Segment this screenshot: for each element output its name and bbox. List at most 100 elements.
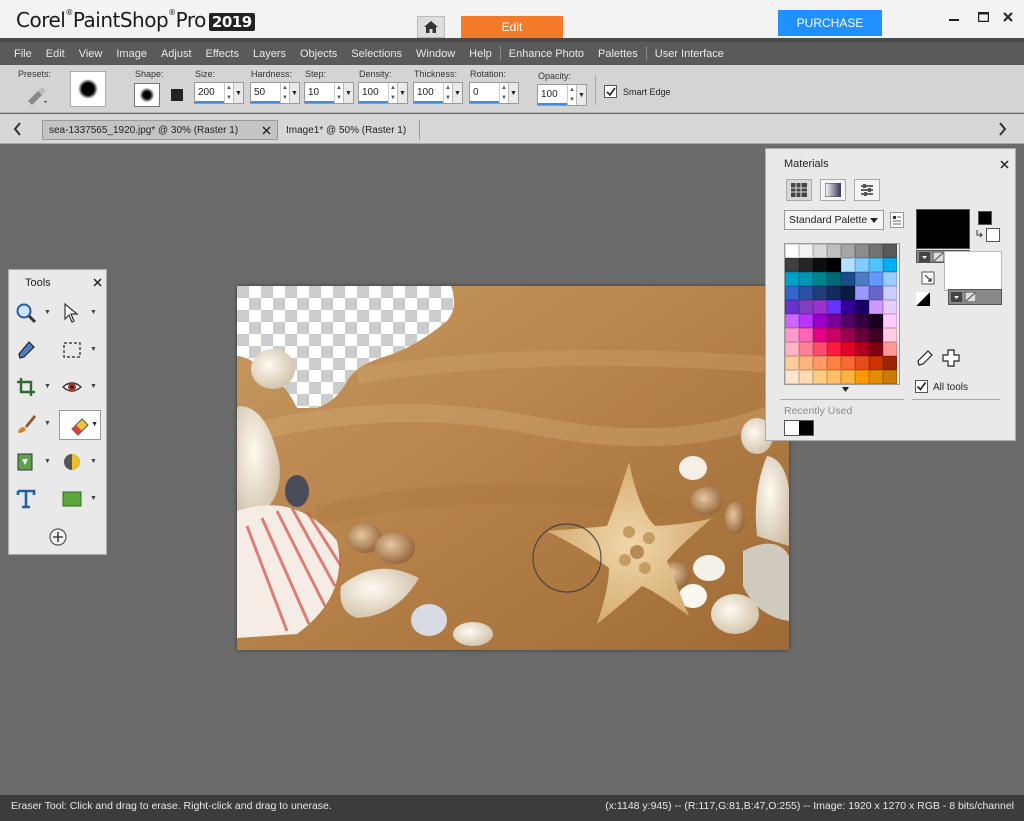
background-style-bar[interactable] [948,289,1002,305]
tool-flyout-arrow[interactable]: ▼ [90,458,97,465]
tab-scroll-left-button[interactable] [12,121,24,137]
color-swatch[interactable] [855,342,869,356]
color-swatch[interactable] [883,342,897,356]
color-swatch[interactable] [813,370,827,384]
menu-effects[interactable]: Effects [206,48,239,60]
color-swatch[interactable] [883,272,897,286]
dropdown-arrow-icon[interactable]: ▼ [343,83,353,103]
color-swatch[interactable] [785,258,799,272]
color-swatch[interactable] [855,300,869,314]
document-tab-image1[interactable]: Image1* @ 50% (Raster 1) [280,120,420,140]
maximize-button[interactable] [975,10,991,24]
color-swatch[interactable] [841,314,855,328]
color-swatch[interactable] [827,314,841,328]
selection-tool[interactable] [59,337,85,363]
tool-flyout-arrow[interactable]: ▼ [44,383,51,390]
menu-edit[interactable]: Edit [46,48,65,60]
dropdown-arrow-icon[interactable]: ▼ [452,83,462,103]
menu-enhance-photo[interactable]: Enhance Photo [509,48,584,60]
color-swatch[interactable] [883,314,897,328]
menu-user-interface[interactable]: User Interface [655,48,724,60]
menu-window[interactable]: Window [416,48,455,60]
color-swatch[interactable] [883,244,897,258]
menu-selections[interactable]: Selections [351,48,402,60]
color-swatch[interactable] [827,342,841,356]
foreground-color-swatch[interactable] [916,209,970,249]
pick-tool[interactable] [59,300,85,326]
color-swatch[interactable] [827,300,841,314]
dropper-icon[interactable] [916,349,934,367]
color-swatch[interactable] [855,370,869,384]
tool-flyout-arrow[interactable]: ▼ [44,458,51,465]
color-swatch[interactable] [827,356,841,370]
color-swatch[interactable] [827,272,841,286]
color-swatch[interactable] [869,328,883,342]
small-background-swatch[interactable] [986,228,1000,242]
shape-square-button[interactable] [164,83,190,107]
menu-help[interactable]: Help [469,48,492,60]
crop-tool[interactable] [13,374,39,400]
thickness-value[interactable]: 100 [414,83,443,103]
color-swatch[interactable] [813,314,827,328]
color-swatch[interactable] [869,244,883,258]
density-field[interactable]: 100 ▲ ▼ ▼ [358,82,408,104]
color-swatch[interactable] [855,286,869,300]
color-swatch[interactable] [813,342,827,356]
color-swatch[interactable] [869,272,883,286]
all-tools-label[interactable]: All tools [933,382,968,393]
color-swatch[interactable] [827,328,841,342]
color-swatch[interactable] [827,286,841,300]
color-swatch[interactable] [855,328,869,342]
dropdown-arrow-icon[interactable]: ▼ [576,85,586,105]
color-swatch[interactable] [869,258,883,272]
home-button[interactable] [417,16,445,38]
color-swatch[interactable] [785,286,799,300]
add-swatch-icon[interactable] [941,348,961,368]
paint-brush-tool[interactable] [13,411,39,437]
color-swatch[interactable] [813,328,827,342]
color-swatch[interactable] [869,314,883,328]
color-swatch[interactable] [855,314,869,328]
menu-objects[interactable]: Objects [300,48,337,60]
color-swatch[interactable] [785,314,799,328]
color-swatch[interactable] [813,244,827,258]
color-swatch[interactable] [841,356,855,370]
color-swatch[interactable] [799,272,813,286]
color-swatch[interactable] [883,258,897,272]
close-window-button[interactable] [1000,10,1016,24]
swap-colors-icon[interactable] [976,229,985,238]
rectangle-shape-tool[interactable] [59,486,85,512]
color-swatch[interactable] [883,370,897,384]
spin-arrows[interactable]: ▲ ▼ [224,83,233,103]
hardness-field[interactable]: 50 ▲ ▼ ▼ [250,82,300,104]
flood-fill-tool[interactable] [13,449,39,475]
menu-palettes[interactable]: Palettes [598,48,638,60]
color-swatch[interactable] [855,272,869,286]
close-palette-icon[interactable] [1000,160,1009,169]
zoom-tool[interactable] [13,300,39,326]
dropper-tool[interactable] [13,337,39,363]
smart-edge-label[interactable]: Smart Edge [623,87,671,97]
eraser-tool-active[interactable]: ▼ [59,410,101,440]
color-swatch[interactable] [813,258,827,272]
color-swatch[interactable] [841,286,855,300]
density-value[interactable]: 100 [359,83,388,103]
color-swatch[interactable] [883,328,897,342]
color-swatch[interactable] [799,356,813,370]
thickness-field[interactable]: 100 ▲ ▼ ▼ [413,82,463,104]
tab-scroll-right-button[interactable] [996,121,1008,137]
menu-layers[interactable]: Layers [253,48,286,60]
spin-arrows[interactable]: ▲ ▼ [499,83,508,103]
rotation-value[interactable]: 0 [470,83,499,103]
color-swatch[interactable] [869,286,883,300]
recent-color-swatch[interactable] [785,421,799,435]
palette-dropdown[interactable]: Standard Palette [784,210,884,230]
color-swatch[interactable] [799,342,813,356]
tools-palette-header[interactable]: Tools [9,270,106,296]
document-tab-sea[interactable]: sea-1337565_1920.jpg* @ 30% (Raster 1) [42,120,278,140]
color-swatch[interactable] [799,300,813,314]
chevron-down-icon[interactable] [842,387,849,392]
image-canvas[interactable] [237,286,789,650]
color-swatch[interactable] [841,300,855,314]
color-swatch[interactable] [841,272,855,286]
